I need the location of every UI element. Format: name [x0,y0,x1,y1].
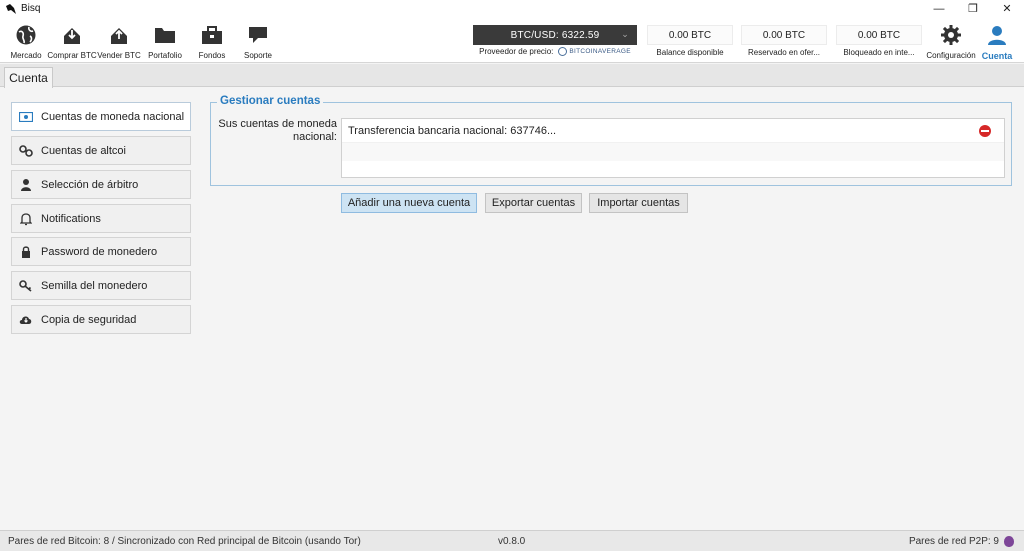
nav-label: Fondos [198,51,226,60]
nav-soporte[interactable]: Soporte [241,17,275,63]
nav-configuracion[interactable]: Configuración [924,17,978,63]
tor-onion-icon [1004,536,1014,547]
nav-vender-btc[interactable]: Vender BTC [96,17,142,63]
nav-cuenta[interactable]: Cuenta [980,17,1014,63]
sidebar-item-notifications[interactable]: Notifications [11,204,191,233]
accounts-label-line: nacional: [292,131,337,143]
nav-portafolio[interactable]: Portafolio [146,17,184,63]
price-value: BTC/USD: 6322.59 [510,29,600,41]
sidebar-item-label: Password de monedero [41,245,158,258]
window-title: Bisq [21,3,41,14]
balance-reserved: 0.00 BTC Reservado en ofer... [741,25,827,63]
sidebar-item-label: Semilla del monedero [41,279,148,292]
nav-label-active: Cuenta [981,51,1013,61]
main-toolbar: Mercado Comprar BTC Vender BTC Portafoli… [0,17,1024,63]
minimize-button[interactable]: — [922,0,956,17]
sidebar-item-label: Cuentas de moneda nacional [41,110,185,123]
lock-icon [19,245,33,259]
sidebar-item-label: Cuentas de altcoi [41,144,126,157]
provider-name[interactable]: BitcoinAverage [569,48,631,55]
sidebar-item-arbitrator[interactable]: Selección de árbitro [11,170,191,199]
nav-label: Configuración [926,51,976,60]
sidebar-item-label: Notifications [41,212,101,225]
key-icon [19,279,33,293]
price-provider: Proveedor de precio: BitcoinAverage [473,47,637,56]
title-bar: Bisq — ❐ ✕ [0,0,1024,17]
balance-value: 0.00 BTC [741,25,827,45]
export-accounts-button[interactable]: Exportar cuentas [485,193,582,213]
bank-note-icon [19,110,33,124]
balance-value: 0.00 BTC [647,25,733,45]
sidebar-item-label: Copia de seguridad [41,313,137,326]
balance-value: 0.00 BTC [836,25,922,45]
sidebar-item-national-currency[interactable]: Cuentas de moneda nacional [11,102,191,131]
chevron-down-icon: ⌄ [621,29,629,39]
status-bar: Pares de red Bitcoin: 8 / Sincronizado c… [0,530,1024,551]
remove-account-icon[interactable] [979,125,991,137]
balance-caption: Reservado en ofer... [747,48,821,57]
tab-cuenta[interactable]: Cuenta [4,67,53,88]
balance-caption: Balance disponible [656,48,724,57]
list-item-empty [342,161,1004,179]
p2p-network-status: Pares de red P2P: 9 [908,536,999,547]
cloud-download-icon [19,313,33,327]
sidebar-item-altcoin[interactable]: Cuentas de altcoi [11,136,191,165]
link-icon [19,144,33,158]
portfolio-folder-icon [152,22,178,48]
account-name: Transferencia bancaria nacional: 637746.… [348,124,557,137]
gear-icon [938,22,964,48]
accounts-label-line: Sus cuentas de moneda [218,118,337,130]
tab-strip: Cuenta [0,64,1024,88]
sidebar-item-wallet-seed[interactable]: Semilla del monedero [11,271,191,300]
nav-fondos[interactable]: Fondos [195,17,229,63]
accounts-list[interactable]: Transferencia bancaria nacional: 637746.… [341,118,1005,178]
price-selector[interactable]: BTC/USD: 6322.59 ⌄ [473,25,637,45]
sell-btc-icon [106,22,132,48]
funds-briefcase-icon [199,22,225,48]
nav-label: Vender BTC [97,51,141,60]
bisq-logo-icon [3,2,19,16]
market-globe-icon [13,22,39,48]
account-user-icon [984,22,1010,48]
arbitrator-icon [19,178,33,192]
sidebar-item-backup[interactable]: Copia de seguridad [11,305,191,334]
accounts-label: Sus cuentas de moneda nacional: [216,118,337,144]
window-controls: — ❐ ✕ [922,0,1024,17]
nav-label: Comprar BTC [47,51,97,60]
group-title: Gestionar cuentas [217,95,324,107]
balance-caption: Bloqueado en inte... [843,48,915,57]
support-chat-icon [245,22,271,48]
bitcoin-network-status: Pares de red Bitcoin: 8 / Sincronizado c… [8,536,361,547]
provider-label: Proveedor de precio: [479,47,554,56]
bitcoinaverage-logo-icon [558,47,568,56]
restore-button[interactable]: ❐ [956,0,990,17]
import-accounts-button[interactable]: Importar cuentas [589,193,688,213]
list-item[interactable]: Transferencia bancaria nacional: 637746.… [342,119,1004,143]
balance-locked: 0.00 BTC Bloqueado en inte... [836,25,922,63]
nav-label: Portafolio [148,51,182,60]
add-account-button[interactable]: Añadir una nueva cuenta [341,193,477,213]
buy-btc-icon [59,22,85,48]
sidebar-item-wallet-password[interactable]: Password de monedero [11,237,191,266]
nav-label: Mercado [10,51,42,60]
list-item-empty [342,143,1004,161]
nav-mercado[interactable]: Mercado [7,17,45,63]
version-label: v0.8.0 [498,536,526,547]
nav-comprar-btc[interactable]: Comprar BTC [47,17,97,63]
balance-available: 0.00 BTC Balance disponible [647,25,733,63]
close-button[interactable]: ✕ [990,0,1024,17]
nav-label: Soporte [243,51,273,60]
sidebar-item-label: Selección de árbitro [41,178,139,191]
bell-icon [19,212,33,226]
